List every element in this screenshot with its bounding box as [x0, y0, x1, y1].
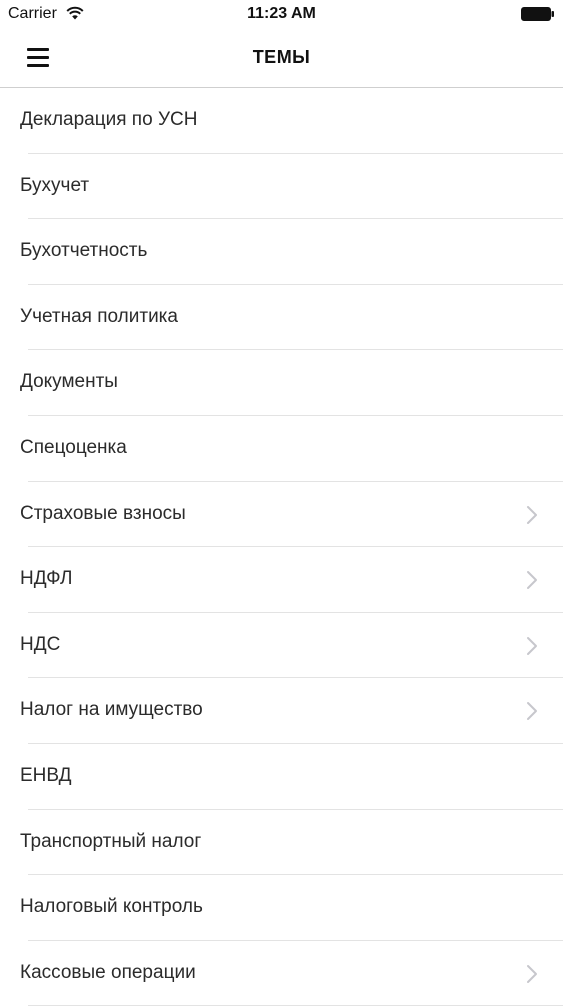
list-item-label: НДС	[20, 633, 61, 655]
list-item[interactable]: Транспортный налог	[0, 810, 563, 876]
list-item[interactable]: Учетная политика	[0, 285, 563, 351]
list-item[interactable]: Бухучет	[0, 154, 563, 220]
list-item-label: ЕНВД	[20, 764, 72, 786]
list-item-label: Спецоценка	[20, 436, 127, 458]
status-time: 11:23 AM	[247, 5, 316, 22]
list-item-label: НДФЛ	[20, 568, 73, 590]
list-item-label: Налог на имущество	[20, 699, 203, 721]
navigation-bar: ТЕМЫ	[0, 30, 563, 88]
list-item[interactable]: НДФЛ	[0, 547, 563, 613]
list-item-label: Декларация по УСН	[20, 109, 198, 130]
list-item-label: Документы	[20, 371, 118, 393]
list-item[interactable]: Документы	[0, 350, 563, 416]
chevron-right-icon	[527, 964, 537, 983]
list-item-label: Бухотчетность	[20, 240, 148, 262]
list-item[interactable]: Декларация по УСН	[0, 88, 563, 154]
status-bar: Carrier 11:23 AM	[0, 0, 563, 30]
list-item[interactable]: Налог на имущество	[0, 678, 563, 744]
chevron-right-icon	[527, 571, 537, 590]
list-item[interactable]: Кассовые операции	[0, 941, 563, 1006]
list-item[interactable]: Налоговый контроль	[0, 875, 563, 941]
topic-list: Декларация по УСН Бухучет Бухотчетность Уче…	[0, 88, 563, 1006]
battery-icon	[521, 7, 554, 21]
list-item-label: Кассовые операции	[20, 961, 196, 983]
chevron-right-icon	[527, 505, 537, 524]
list-item[interactable]: Страховые взносы	[0, 482, 563, 548]
chevron-right-icon	[527, 636, 537, 655]
list-item[interactable]: НДС	[0, 613, 563, 679]
list-item[interactable]: Бухотчетность	[0, 219, 563, 285]
page-title: ТЕМЫ	[252, 47, 311, 67]
list-item[interactable]: Спецоценка	[0, 416, 563, 482]
list-item[interactable]: ЕНВД	[0, 744, 563, 810]
list-item-label: Транспортный налог	[20, 830, 202, 852]
chevron-right-icon	[527, 702, 537, 721]
list-item-label: Страховые взносы	[20, 502, 186, 524]
list-item-label: Учетная политика	[20, 305, 178, 327]
list-item-label: Бухучет	[20, 174, 90, 196]
list-item-label: Налоговый контроль	[20, 896, 203, 918]
